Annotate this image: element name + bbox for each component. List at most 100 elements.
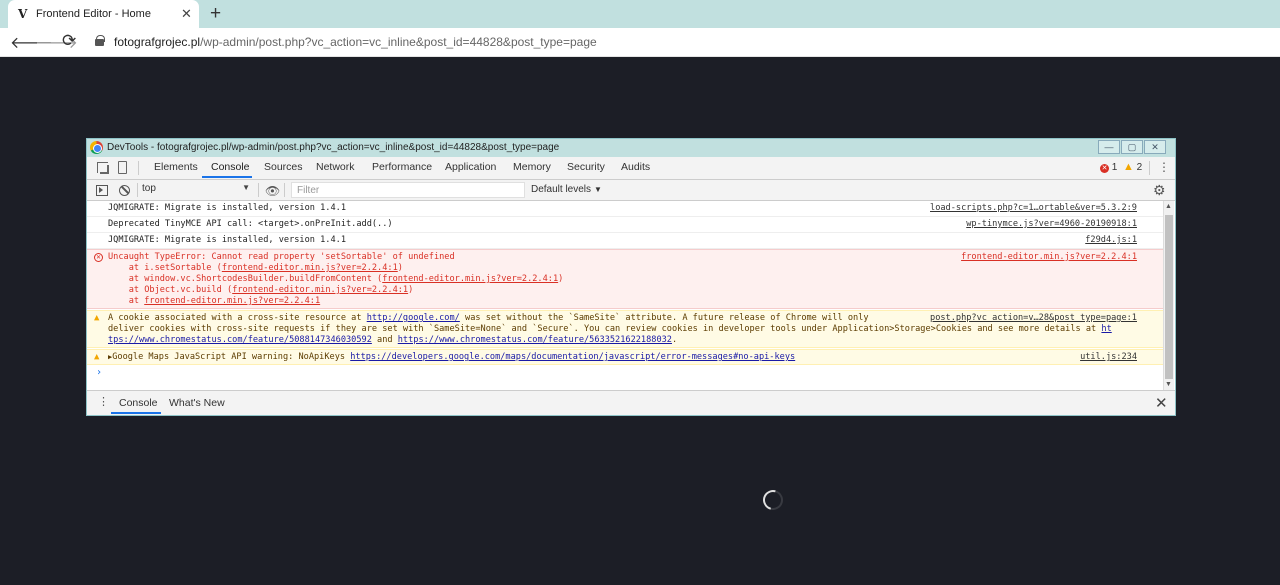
devtools-panel-tabs: Elements Console Sources Network Perform… [87,157,1175,180]
warning-link[interactable]: ht [1101,324,1111,334]
toolbar-divider [137,183,138,197]
url-field[interactable]: fotografgrojec.pl/wp-admin/post.php?vc_a… [114,35,597,49]
tab-elements[interactable]: Elements [154,161,198,173]
stack-frame-prefix: at [108,296,145,306]
warning-count-badge[interactable]: ▲ 2 [1123,161,1142,173]
device-toolbar-icon[interactable] [118,161,127,174]
tab-application[interactable]: Application [445,161,496,173]
tab-security[interactable]: Security [567,161,605,173]
stack-frame-link[interactable]: frontend-editor.min.js?ver=2.2.4:1 [144,296,320,306]
message-text: JQMIGRATE: Migrate is installed, version… [108,235,346,245]
reload-icon[interactable]: ⟳ [62,31,76,51]
console-scrollbar[interactable]: ▲ ▼ [1163,201,1174,390]
stack-frame-prefix: at i.setSortable ( [108,263,222,273]
stack-frame-suffix: ) [558,274,564,284]
devtools-drawer: ⋮ Console What's New ✕ [87,390,1175,415]
close-icon[interactable]: ✕ [1155,394,1168,412]
message-text: Uncaught TypeError: Cannot read property… [108,252,563,307]
warning-text: was set without the `SameSite` attribute… [459,313,869,323]
warning-icon: ▲ [94,352,100,362]
active-drawer-tab-indicator [111,412,161,414]
stack-frame-link[interactable]: frontend-editor.min.js?ver=2.2.4:1 [232,285,408,295]
tab-title: Frontend Editor - Home [36,8,151,20]
scroll-thumb[interactable] [1165,215,1173,379]
stack-frame: at Object.vc.build (frontend-editor.min.… [108,285,414,295]
minimize-button[interactable]: — [1098,140,1120,154]
console-message: JQMIGRATE: Migrate is installed, version… [87,201,1163,217]
stack-frame: at window.vc.ShortcodesBuilder.buildFrom… [108,274,564,284]
tab-close-icon[interactable]: ✕ [181,6,192,22]
tab-console[interactable]: Console [211,161,250,173]
stack-frame-prefix: at Object.vc.build ( [108,285,233,295]
eye-icon[interactable]: 👁 [265,184,280,198]
message-source-link[interactable]: post.php?vc_action=v…28&post_type=page:1 [930,313,1137,324]
message-text: JQMIGRATE: Migrate is installed, version… [108,203,346,213]
message-source-link[interactable]: f29d4.js:1 [1085,235,1137,246]
message-source-link[interactable]: util.js:234 [1080,352,1137,363]
stack-frame-suffix: ) [408,285,414,295]
show-sidebar-icon[interactable] [96,185,108,196]
warning-link[interactable]: https://www.chromestatus.com/feature/563… [398,335,672,345]
console-toolbar: top ▼ 👁 Filter Default levels ▼ ⚙ [87,180,1175,201]
tab-performance[interactable]: Performance [372,161,432,173]
stack-frame-link[interactable]: frontend-editor.min.js?ver=2.2.4:1 [382,274,558,284]
toolbar-divider [258,183,259,197]
log-levels-label: Default levels [531,184,592,195]
maximize-button[interactable]: ▢ [1121,140,1143,154]
browser-tab[interactable]: V Frontend Editor - Home ✕ [8,0,199,28]
warning-text: deliver cookies with cross-site requests… [108,324,1102,334]
error-count-badge[interactable]: ✕ 1 [1100,162,1117,173]
devtools-titlebar: DevTools - fotografgrojec.pl/wp-admin/po… [87,139,1175,157]
context-select[interactable]: top ▼ [142,183,254,198]
scroll-up-icon[interactable]: ▲ [1165,203,1172,210]
message-source-link[interactable]: load-scripts.php?c=1…ortable&ver=5.3.2:9 [930,203,1137,214]
drawer-tab-whats-new[interactable]: What's New [169,397,225,409]
console-message: Deprecated TinyMCE API call: <target>.on… [87,217,1163,233]
clear-console-icon[interactable] [119,185,130,196]
chevron-down-icon: ▼ [242,183,250,192]
gear-icon[interactable]: ⚙ [1153,182,1166,199]
toolbar-divider [284,183,285,197]
drawer-tab-console[interactable]: Console [119,397,158,409]
devtools-window: DevTools - fotografgrojec.pl/wp-admin/po… [86,138,1176,416]
console-prompt[interactable]: › [96,367,102,378]
warning-link[interactable]: http://google.com/ [367,313,460,323]
tab-audits[interactable]: Audits [621,161,650,173]
tab-sources[interactable]: Sources [264,161,303,173]
lock-icon[interactable] [95,35,105,46]
stack-frame-link[interactable]: frontend-editor.min.js?ver=2.2.4:1 [222,263,398,273]
filter-input[interactable]: Filter [291,182,525,198]
window-close-button[interactable]: ✕ [1144,140,1166,154]
chevron-down-icon: ▼ [594,185,602,194]
message-text: Deprecated TinyMCE API call: <target>.on… [108,219,393,229]
scroll-down-icon[interactable]: ▼ [1165,381,1172,388]
warning-link[interactable]: tps://www.chromestatus.com/feature/50881… [108,335,372,345]
inspect-element-icon[interactable] [97,162,108,173]
console-warning-message: ▲ ▶Google Maps JavaScript API warning: N… [87,349,1163,365]
warning-count: 2 [1136,162,1143,173]
warning-link[interactable]: https://developers.google.com/maps/docum… [350,352,795,362]
message-text[interactable]: ▶Google Maps JavaScript API warning: NoA… [108,352,795,363]
tab-network[interactable]: Network [316,161,355,173]
url-path: /wp-admin/post.php?vc_action=vc_inline&p… [200,35,597,49]
warning-icon: ▲ [1123,161,1134,173]
devtools-window-title: DevTools - fotografgrojec.pl/wp-admin/po… [107,142,560,153]
message-source-link[interactable]: wp-tinymce.js?ver=4960-20190918:1 [966,219,1137,230]
toolbar-divider [1149,161,1150,175]
stack-frame-suffix: ) [397,263,403,273]
customize-menu-icon[interactable]: ⋮ [1158,160,1170,175]
warning-icon: ▲ [94,313,100,323]
tab-memory[interactable]: Memory [513,161,551,173]
active-tab-indicator [202,176,252,178]
log-levels-dropdown[interactable]: Default levels ▼ [531,184,602,195]
chrome-icon [90,141,103,154]
new-tab-button[interactable]: + [210,3,221,25]
drawer-menu-icon[interactable]: ⋮ [98,395,109,410]
warning-text: Google Maps JavaScript API warning: NoAp… [112,352,351,362]
warning-text: A cookie associated with a cross-site re… [108,313,367,323]
browser-tab-strip: V Frontend Editor - Home ✕ + [0,0,1280,28]
console-output: JQMIGRATE: Migrate is installed, version… [87,201,1163,390]
message-source-link[interactable]: frontend-editor.min.js?ver=2.2.4:1 [961,252,1137,263]
error-text: Uncaught TypeError: Cannot read property… [108,252,455,262]
warning-text: . [671,335,678,345]
